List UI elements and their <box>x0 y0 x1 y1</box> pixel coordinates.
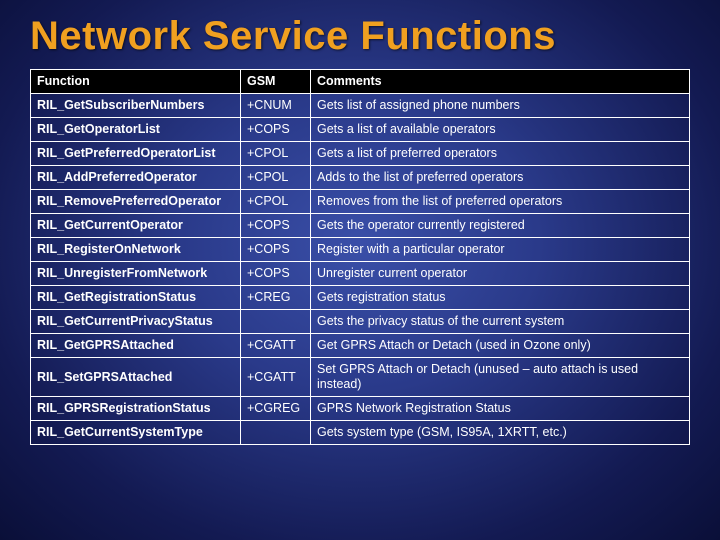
slide: Network Service Functions Function GSM C… <box>0 0 720 540</box>
cell-gsm: +CNUM <box>241 94 311 118</box>
cell-function: RIL_GetCurrentPrivacyStatus <box>31 310 241 334</box>
cell-comment: Get GPRS Attach or Detach (used in Ozone… <box>311 334 690 358</box>
cell-comment: Gets system type (GSM, IS95A, 1XRTT, etc… <box>311 421 690 445</box>
cell-gsm: +CGATT <box>241 358 311 397</box>
table-row: RIL_RemovePreferredOperator +CPOL Remove… <box>31 190 690 214</box>
cell-comment: Gets registration status <box>311 286 690 310</box>
cell-comment: Gets list of assigned phone numbers <box>311 94 690 118</box>
cell-function: RIL_GPRSRegistrationStatus <box>31 397 241 421</box>
col-header-function: Function <box>31 70 241 94</box>
table-row: RIL_GetOperatorList +COPS Gets a list of… <box>31 118 690 142</box>
table-row: RIL_RegisterOnNetwork +COPS Register wit… <box>31 238 690 262</box>
cell-comment: Gets the privacy status of the current s… <box>311 310 690 334</box>
cell-function: RIL_GetOperatorList <box>31 118 241 142</box>
table-row: RIL_GetGPRSAttached +CGATT Get GPRS Atta… <box>31 334 690 358</box>
table-row: RIL_GetPreferredOperatorList +CPOL Gets … <box>31 142 690 166</box>
cell-function: RIL_GetPreferredOperatorList <box>31 142 241 166</box>
cell-gsm: +CGATT <box>241 334 311 358</box>
cell-comment: Set GPRS Attach or Detach (unused – auto… <box>311 358 690 397</box>
cell-function: RIL_AddPreferredOperator <box>31 166 241 190</box>
cell-function: RIL_GetGPRSAttached <box>31 334 241 358</box>
cell-comment: Gets a list of available operators <box>311 118 690 142</box>
col-header-comments: Comments <box>311 70 690 94</box>
cell-gsm: +COPS <box>241 118 311 142</box>
cell-gsm: +COPS <box>241 238 311 262</box>
cell-comment: Register with a particular operator <box>311 238 690 262</box>
cell-function: RIL_GetSubscriberNumbers <box>31 94 241 118</box>
cell-comment: GPRS Network Registration Status <box>311 397 690 421</box>
cell-gsm: +CGREG <box>241 397 311 421</box>
cell-gsm: +COPS <box>241 262 311 286</box>
cell-gsm: +CPOL <box>241 190 311 214</box>
cell-comment: Gets a list of preferred operators <box>311 142 690 166</box>
table-row: RIL_AddPreferredOperator +CPOL Adds to t… <box>31 166 690 190</box>
functions-table: Function GSM Comments RIL_GetSubscriberN… <box>30 69 690 445</box>
cell-comment: Unregister current operator <box>311 262 690 286</box>
cell-function: RIL_GetRegistrationStatus <box>31 286 241 310</box>
cell-gsm <box>241 310 311 334</box>
cell-comment: Removes from the list of preferred opera… <box>311 190 690 214</box>
cell-function: RIL_RegisterOnNetwork <box>31 238 241 262</box>
table-row: RIL_GetCurrentOperator +COPS Gets the op… <box>31 214 690 238</box>
cell-gsm <box>241 421 311 445</box>
cell-comment: Adds to the list of preferred operators <box>311 166 690 190</box>
cell-function: RIL_SetGPRSAttached <box>31 358 241 397</box>
table-row: RIL_SetGPRSAttached +CGATT Set GPRS Atta… <box>31 358 690 397</box>
table-row: RIL_GetRegistrationStatus +CREG Gets reg… <box>31 286 690 310</box>
page-title: Network Service Functions <box>30 14 690 59</box>
table-row: RIL_GetCurrentSystemType Gets system typ… <box>31 421 690 445</box>
cell-gsm: +CPOL <box>241 142 311 166</box>
cell-gsm: +CREG <box>241 286 311 310</box>
cell-function: RIL_UnregisterFromNetwork <box>31 262 241 286</box>
table-row: RIL_GetSubscriberNumbers +CNUM Gets list… <box>31 94 690 118</box>
cell-function: RIL_RemovePreferredOperator <box>31 190 241 214</box>
cell-gsm: +CPOL <box>241 166 311 190</box>
cell-gsm: +COPS <box>241 214 311 238</box>
cell-function: RIL_GetCurrentOperator <box>31 214 241 238</box>
cell-function: RIL_GetCurrentSystemType <box>31 421 241 445</box>
table-row: RIL_UnregisterFromNetwork +COPS Unregist… <box>31 262 690 286</box>
table-header-row: Function GSM Comments <box>31 70 690 94</box>
table-row: RIL_GPRSRegistrationStatus +CGREG GPRS N… <box>31 397 690 421</box>
table-row: RIL_GetCurrentPrivacyStatus Gets the pri… <box>31 310 690 334</box>
col-header-gsm: GSM <box>241 70 311 94</box>
cell-comment: Gets the operator currently registered <box>311 214 690 238</box>
